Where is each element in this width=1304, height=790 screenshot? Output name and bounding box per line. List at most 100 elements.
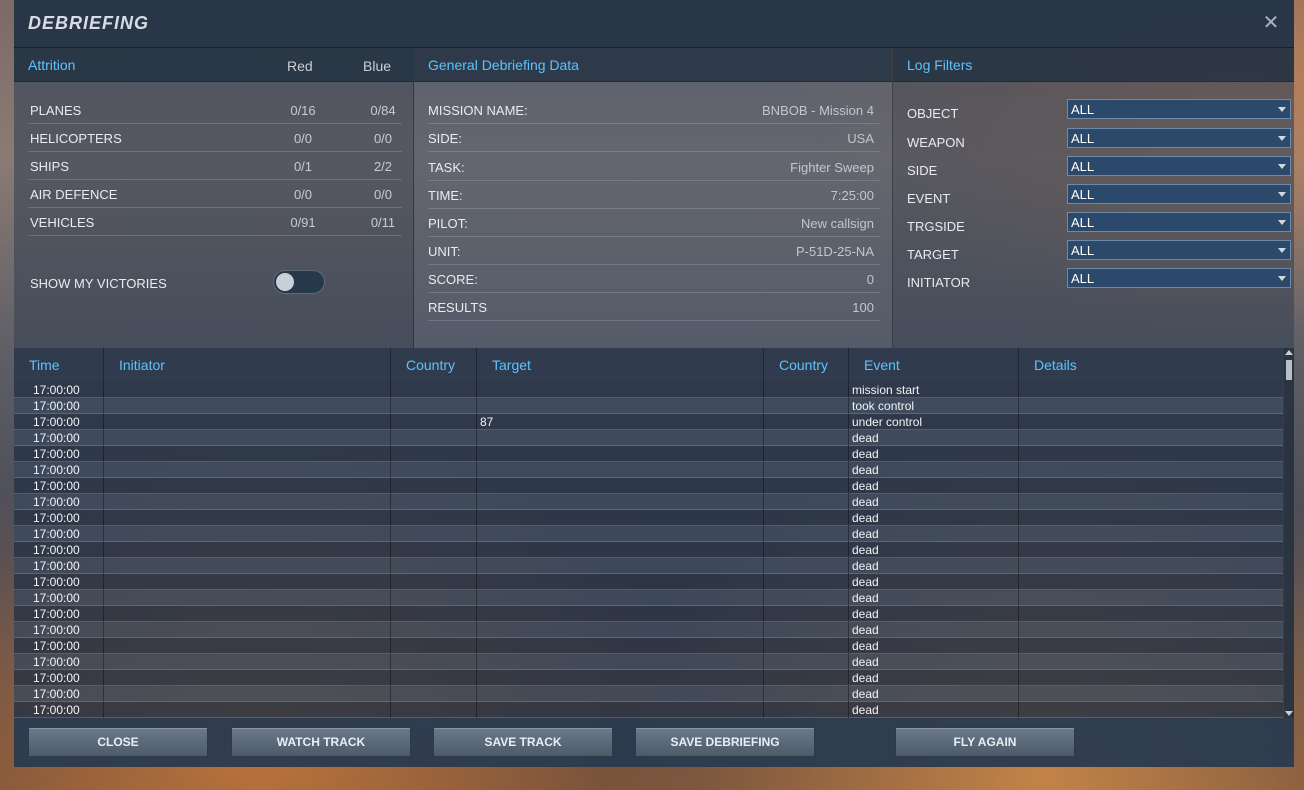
filter-trgside-select[interactable]: ALL xyxy=(1067,212,1291,232)
log-cell-event: dead xyxy=(852,431,879,445)
filter-row-event: EVENT ALL xyxy=(907,184,1291,208)
log-cell-time: 17:00:00 xyxy=(33,655,80,669)
filter-label: EVENT xyxy=(907,191,951,206)
table-row[interactable]: 17:00:00 dead xyxy=(14,526,1283,542)
filter-object-select[interactable]: ALL xyxy=(1067,99,1291,119)
general-value: New callsign xyxy=(801,216,874,231)
log-header-details[interactable]: Details xyxy=(1034,357,1077,373)
attrition-col-red: Red xyxy=(287,58,313,74)
log-header-row: Time Initiator Country Target Country Ev… xyxy=(14,348,1284,382)
event-log-table[interactable]: Time Initiator Country Target Country Ev… xyxy=(14,348,1294,718)
log-header-country[interactable]: Country xyxy=(406,357,455,373)
log-header-target[interactable]: Target xyxy=(492,357,531,373)
log-cell-target: 87 xyxy=(480,415,494,429)
save-debriefing-button[interactable]: SAVE DEBRIEFING xyxy=(635,727,815,757)
close-icon[interactable]: ✕ xyxy=(1260,12,1282,34)
log-header-initiator[interactable]: Initiator xyxy=(119,357,165,373)
log-cell-event: dead xyxy=(852,687,879,701)
log-filters-panel: Log Filters OBJECT ALL WEAPON ALL SIDE A… xyxy=(893,48,1294,348)
table-row[interactable]: 17:00:00 dead xyxy=(14,638,1283,654)
log-cell-event: dead xyxy=(852,511,879,525)
general-row-results: RESULTS 100 xyxy=(428,293,880,321)
filter-row-trgside: TRGSIDE ALL xyxy=(907,212,1291,236)
scroll-up-icon[interactable] xyxy=(1285,350,1293,355)
chevron-down-icon xyxy=(1278,248,1286,253)
table-row[interactable]: 17:00:00 took control xyxy=(14,398,1283,414)
filter-initiator-select[interactable]: ALL xyxy=(1067,268,1291,288)
filter-value: ALL xyxy=(1071,187,1095,202)
log-scrollbar[interactable] xyxy=(1284,348,1294,718)
filter-label: WEAPON xyxy=(907,135,965,150)
attrition-blue: 2/2 xyxy=(373,159,393,174)
general-row-side: SIDE: USA xyxy=(428,124,880,152)
table-row[interactable]: 17:00:00 87 under control xyxy=(14,414,1283,430)
general-value: 7:25:00 xyxy=(830,188,874,203)
table-row[interactable]: 17:00:00 dead xyxy=(14,446,1283,462)
attrition-red: 0/91 xyxy=(290,215,316,230)
watch-track-button[interactable]: WATCH TRACK xyxy=(231,727,411,757)
log-header-time[interactable]: Time xyxy=(29,357,60,373)
attrition-label: AIR DEFENCE xyxy=(30,187,118,202)
attrition-col-blue: Blue xyxy=(363,58,392,74)
filter-row-object: OBJECT ALL xyxy=(907,99,1291,123)
close-button[interactable]: CLOSE xyxy=(28,727,208,757)
attrition-row-planes: PLANES 0/16 0/84 xyxy=(28,96,402,124)
log-cell-time: 17:00:00 xyxy=(33,703,80,717)
log-header-event[interactable]: Event xyxy=(864,357,900,373)
attrition-header: Attrition Red Blue xyxy=(14,48,413,82)
table-row[interactable]: 17:00:00 dead xyxy=(14,494,1283,510)
log-cell-event: dead xyxy=(852,447,879,461)
table-row[interactable]: 17:00:00 dead xyxy=(14,574,1283,590)
log-cell-event: dead xyxy=(852,639,879,653)
chevron-down-icon xyxy=(1278,220,1286,225)
log-cell-time: 17:00:00 xyxy=(33,479,80,493)
table-row[interactable]: 17:00:00 dead xyxy=(14,686,1283,702)
log-cell-time: 17:00:00 xyxy=(33,511,80,525)
table-row[interactable]: 17:00:00 dead xyxy=(14,654,1283,670)
filter-event-select[interactable]: ALL xyxy=(1067,184,1291,204)
filter-row-side: SIDE ALL xyxy=(907,156,1291,180)
table-row[interactable]: 17:00:00 dead xyxy=(14,510,1283,526)
attrition-red: 0/16 xyxy=(290,103,316,118)
table-row[interactable]: 17:00:00 mission start xyxy=(14,382,1283,398)
general-value: Fighter Sweep xyxy=(790,160,874,175)
scroll-down-icon[interactable] xyxy=(1285,711,1293,716)
table-row[interactable]: 17:00:00 dead xyxy=(14,622,1283,638)
filter-weapon-select[interactable]: ALL xyxy=(1067,128,1291,148)
filter-label: SIDE xyxy=(907,163,938,178)
attrition-label: PLANES xyxy=(30,103,82,118)
log-cell-event: dead xyxy=(852,607,879,621)
general-label: MISSION NAME: xyxy=(428,103,528,118)
log-cell-time: 17:00:00 xyxy=(33,671,80,685)
filter-value: ALL xyxy=(1071,102,1095,117)
log-cell-time: 17:00:00 xyxy=(33,415,80,429)
table-row[interactable]: 17:00:00 dead xyxy=(14,430,1283,446)
attrition-blue: 0/84 xyxy=(370,103,396,118)
show-victories-toggle[interactable] xyxy=(273,270,325,294)
filter-target-select[interactable]: ALL xyxy=(1067,240,1291,260)
attrition-blue: 0/0 xyxy=(373,187,393,202)
log-cell-event: dead xyxy=(852,703,879,717)
log-cell-time: 17:00:00 xyxy=(33,623,80,637)
scroll-thumb[interactable] xyxy=(1286,360,1292,380)
general-value: USA xyxy=(847,131,874,146)
fly-again-button[interactable]: FLY AGAIN xyxy=(895,727,1075,757)
table-row[interactable]: 17:00:00 dead xyxy=(14,542,1283,558)
table-row[interactable]: 17:00:00 dead xyxy=(14,558,1283,574)
table-row[interactable]: 17:00:00 dead xyxy=(14,478,1283,494)
log-cell-time: 17:00:00 xyxy=(33,687,80,701)
table-row[interactable]: 17:00:00 dead xyxy=(14,590,1283,606)
attrition-red: 0/1 xyxy=(293,159,313,174)
filter-row-weapon: WEAPON ALL xyxy=(907,128,1291,152)
table-row[interactable]: 17:00:00 dead xyxy=(14,670,1283,686)
table-row[interactable]: 17:00:00 dead xyxy=(14,462,1283,478)
log-header-country-2[interactable]: Country xyxy=(779,357,828,373)
log-cell-time: 17:00:00 xyxy=(33,543,80,557)
chevron-down-icon xyxy=(1278,276,1286,281)
chevron-down-icon xyxy=(1278,164,1286,169)
table-row[interactable]: 17:00:00 dead xyxy=(14,702,1283,718)
save-track-button[interactable]: SAVE TRACK xyxy=(433,727,613,757)
filter-side-select[interactable]: ALL xyxy=(1067,156,1291,176)
debriefing-window: DEBRIEFING ✕ Attrition Red Blue PLANES 0… xyxy=(14,0,1294,767)
table-row[interactable]: 17:00:00 dead xyxy=(14,606,1283,622)
